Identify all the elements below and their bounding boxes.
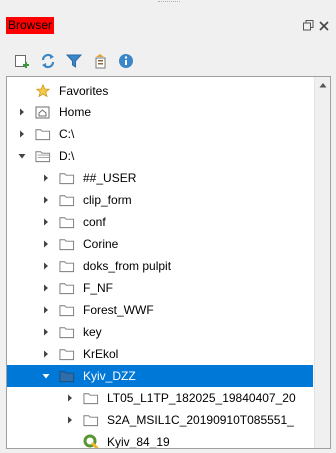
tree-item-label: D:\ (59, 149, 75, 163)
tree-item-folder[interactable]: key (7, 321, 313, 343)
folder-icon (59, 346, 75, 362)
tree-item-subfolder[interactable]: S2A_MSIL1C_20190910T085551_ (7, 409, 313, 431)
expand-arrow-icon[interactable] (41, 173, 51, 183)
tree-item-drive-d[interactable]: D:\ (7, 145, 313, 167)
tree-item-label: Forest_WWF (83, 303, 154, 317)
expand-arrow-icon[interactable] (17, 129, 27, 139)
expand-arrow-icon[interactable] (41, 261, 51, 271)
expand-arrow-icon[interactable] (41, 239, 51, 249)
float-panel-icon[interactable] (302, 19, 315, 32)
tree-item-label: key (83, 325, 102, 339)
expand-arrow-icon[interactable] (41, 217, 51, 227)
tree-item-drive-c[interactable]: C:\ (7, 123, 313, 145)
tree-item-folder[interactable]: Corine (7, 233, 313, 255)
info-icon[interactable] (118, 53, 134, 69)
qgis-project-icon (83, 434, 99, 448)
collapse-all-icon[interactable] (92, 53, 108, 69)
tree-item-folder[interactable]: doks_from pulpit (7, 255, 313, 277)
tree-item-subfolder[interactable]: LT05_L1TP_182025_19840407_20 (7, 387, 313, 409)
folder-icon (59, 236, 75, 252)
collapse-arrow-icon[interactable] (17, 151, 27, 161)
expand-arrow-icon[interactable] (41, 283, 51, 293)
tree-item-folder[interactable]: KrEkol (7, 343, 313, 365)
tree-item-favorites[interactable]: Favorites (7, 80, 313, 102)
tree-item-folder[interactable]: Forest_WWF (7, 299, 313, 321)
tree-item-label: conf (83, 215, 106, 229)
tree-item-folder[interactable]: ##_USER (7, 167, 313, 189)
tree-item-label: Kyiv_84_19 (107, 435, 170, 449)
browser-panel: Browser Favorites Home C:\ D:\ ##_USER c… (0, 0, 336, 453)
folder-icon (59, 280, 75, 296)
folder-icon (35, 126, 51, 142)
folder-open-icon (59, 368, 75, 384)
refresh-icon[interactable] (40, 53, 56, 69)
folder-icon (59, 192, 75, 208)
panel-title: Browser (6, 17, 55, 34)
panel-titlebar: Browser (6, 17, 330, 37)
add-layer-icon[interactable] (14, 53, 30, 69)
tree-item-label: Corine (83, 237, 119, 251)
tree-item-label: Kyiv_DZZ (83, 369, 136, 383)
filter-icon[interactable] (66, 53, 82, 69)
folder-open-icon (35, 148, 51, 164)
tree-item-folder[interactable]: clip_form (7, 189, 313, 211)
folder-icon (59, 214, 75, 230)
folder-icon (83, 390, 99, 406)
tree-item-label: KrEkol (83, 347, 119, 361)
expand-arrow-icon[interactable] (17, 107, 27, 117)
tree-item-label: ##_USER (83, 171, 137, 185)
browser-toolbar (14, 52, 134, 70)
close-panel-icon[interactable] (317, 19, 330, 32)
folder-icon (83, 412, 99, 428)
tree-item-qgis-project[interactable]: Kyiv_84_19 (7, 431, 313, 449)
tree-item-home[interactable]: Home (7, 101, 313, 123)
star-icon (35, 83, 51, 99)
home-folder-icon (35, 104, 51, 120)
collapse-arrow-icon[interactable] (41, 371, 51, 381)
vertical-scrollbar[interactable] (314, 77, 330, 448)
folder-icon (59, 302, 75, 318)
tree-item-label: LT05_L1TP_182025_19840407_20 (107, 391, 296, 405)
tree-item-label: Home (59, 105, 92, 119)
expand-arrow-icon[interactable] (41, 195, 51, 205)
tree-item-label: F_NF (83, 281, 113, 295)
tree-item-folder[interactable]: F_NF (7, 277, 313, 299)
tree-item-folder-selected[interactable]: Kyiv_DZZ (7, 365, 313, 387)
tree-item-label: S2A_MSIL1C_20190910T085551_ (107, 413, 294, 427)
dock-grip[interactable] (158, 1, 180, 5)
tree-item-label: Favorites (59, 84, 109, 98)
tree-item-label: doks_from pulpit (83, 259, 172, 273)
tree-item-label: C:\ (59, 127, 75, 141)
browser-tree[interactable]: Favorites Home C:\ D:\ ##_USER clip_form… (6, 76, 331, 449)
expand-arrow-icon[interactable] (41, 327, 51, 337)
folder-icon (59, 170, 75, 186)
tree-item-folder[interactable]: conf (7, 211, 313, 233)
expand-arrow-icon[interactable] (41, 349, 51, 359)
expand-arrow-icon[interactable] (65, 415, 75, 425)
folder-icon (59, 324, 75, 340)
expand-arrow-icon[interactable] (41, 305, 51, 315)
folder-icon (59, 258, 75, 274)
expand-arrow-icon[interactable] (65, 393, 75, 403)
tree-item-label: clip_form (83, 193, 132, 207)
scroll-up-icon[interactable] (315, 77, 330, 93)
